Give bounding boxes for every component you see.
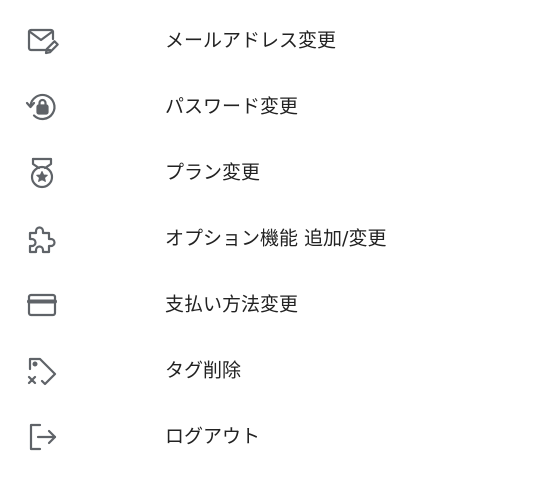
menu-item-label: パスワード変更 bbox=[165, 95, 299, 118]
menu-item-change-plan[interactable]: プラン変更 bbox=[0, 140, 547, 206]
menu-item-label: タグ削除 bbox=[165, 359, 242, 382]
credit-card-icon bbox=[22, 285, 62, 325]
menu-item-change-payment[interactable]: 支払い方法変更 bbox=[0, 272, 547, 338]
menu-item-label: ログアウト bbox=[165, 425, 261, 448]
menu-item-label: メールアドレス変更 bbox=[165, 29, 337, 52]
menu-item-delete-tag[interactable]: タグ削除 bbox=[0, 338, 547, 404]
tag-remove-icon bbox=[22, 351, 62, 391]
menu-item-label: 支払い方法変更 bbox=[165, 293, 299, 316]
menu-item-label: オプション機能 追加/変更 bbox=[165, 227, 387, 250]
logout-icon bbox=[22, 417, 62, 457]
puzzle-icon bbox=[22, 219, 62, 259]
mail-edit-icon bbox=[22, 21, 62, 61]
menu-item-change-email[interactable]: メールアドレス変更 bbox=[0, 8, 547, 74]
menu-item-label: プラン変更 bbox=[165, 161, 261, 184]
settings-menu: メールアドレス変更 パスワード変更 プラン変更 オプション機能 追加/変更 支払… bbox=[0, 0, 547, 480]
menu-item-change-password[interactable]: パスワード変更 bbox=[0, 74, 547, 140]
menu-item-options[interactable]: オプション機能 追加/変更 bbox=[0, 206, 547, 272]
lock-reset-icon bbox=[22, 87, 62, 127]
menu-item-logout[interactable]: ログアウト bbox=[0, 404, 547, 470]
medal-icon bbox=[22, 153, 62, 193]
